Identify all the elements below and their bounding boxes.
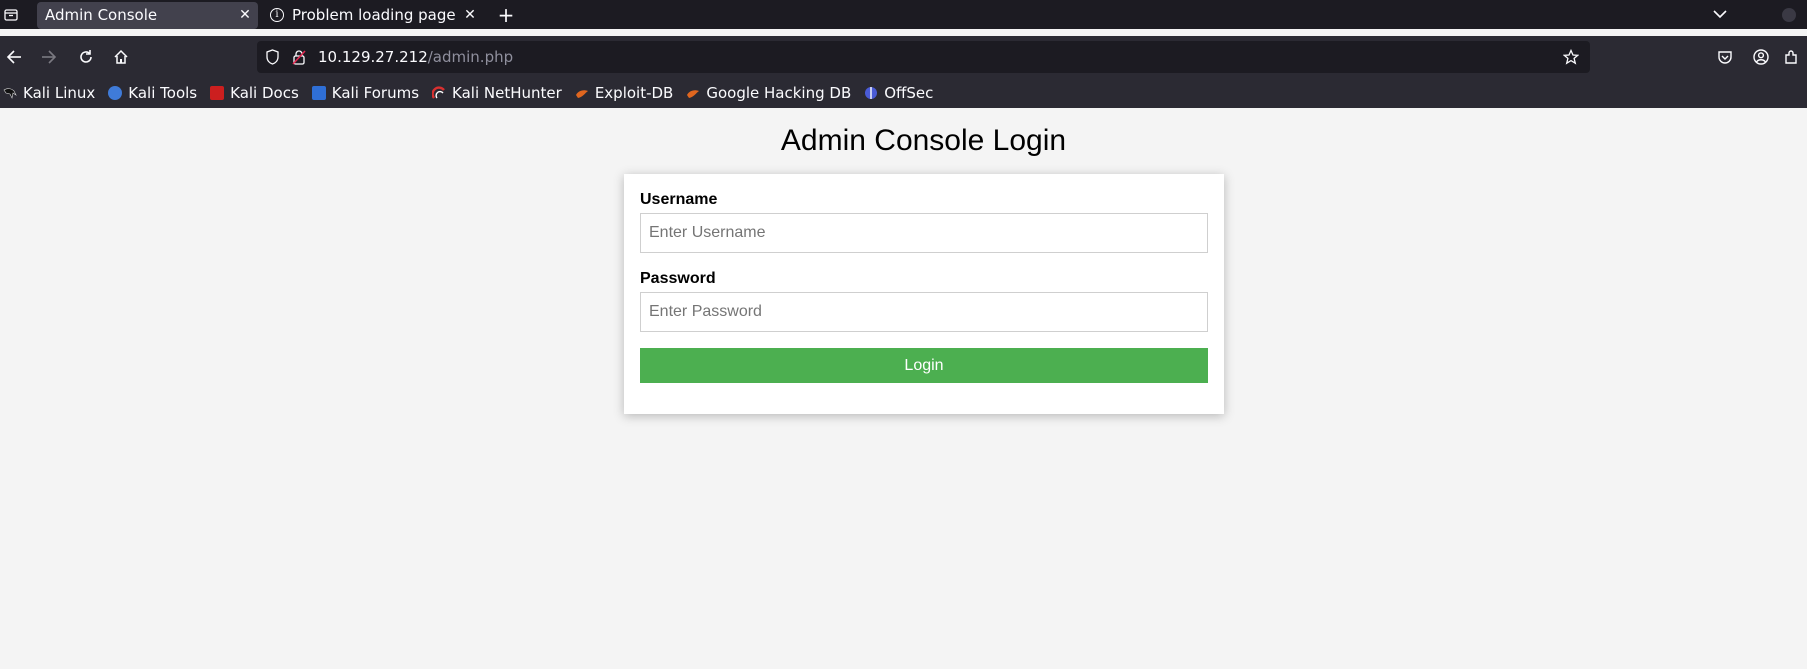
pocket-icon — [1718, 50, 1732, 64]
bookmark-label: Kali Tools — [128, 84, 198, 102]
password-label: Password — [640, 270, 716, 287]
username-input[interactable] — [640, 213, 1208, 253]
shield-icon[interactable] — [265, 41, 280, 73]
username-label: Username — [640, 191, 718, 208]
kali-dragon-icon — [3, 86, 17, 100]
pocket-button[interactable] — [1711, 36, 1739, 78]
back-button[interactable] — [0, 36, 28, 78]
tab-title: Problem loading page — [292, 6, 456, 24]
insecure-lock-icon[interactable] — [291, 41, 307, 73]
forward-arrow-icon — [42, 50, 57, 64]
kali-docs-icon — [210, 86, 225, 100]
forward-button[interactable] — [35, 36, 63, 78]
list-all-tabs-button[interactable] — [0, 0, 22, 29]
password-input[interactable] — [640, 292, 1208, 332]
chevron-down-icon[interactable] — [1710, 8, 1730, 22]
login-button[interactable]: Login — [640, 348, 1208, 383]
bookmarks-toolbar: Kali Linux Kali Tools Kali Docs Kali For… — [0, 78, 1807, 108]
bookmark-label: Exploit-DB — [594, 84, 674, 102]
page-content: Admin Console Login Username Password Lo… — [0, 109, 1807, 669]
bookmark-google-hacking-db[interactable]: Google Hacking DB — [686, 84, 851, 102]
bookmark-label: Kali Docs — [230, 84, 299, 102]
bookmark-label: Google Hacking DB — [706, 84, 852, 102]
bookmark-kali-docs[interactable]: Kali Docs — [210, 84, 299, 102]
bookmark-label: Kali Forums — [331, 84, 420, 102]
bookmark-offsec[interactable]: OffSec — [864, 84, 933, 102]
home-icon — [114, 49, 128, 64]
address-bar[interactable]: 10.129.27.212/admin.php — [257, 41, 1590, 73]
tab-close-icon[interactable]: ✕ — [232, 7, 258, 23]
url-text: 10.129.27.212/admin.php — [318, 48, 513, 66]
url-path: /admin.php — [427, 48, 514, 66]
bookmark-kali-tools[interactable]: Kali Tools — [108, 84, 197, 102]
page-title: Admin Console Login — [780, 124, 1067, 157]
bookmark-label: Kali NetHunter — [452, 84, 562, 102]
new-tab-button[interactable]: + — [494, 3, 518, 27]
tab-close-icon[interactable]: ✕ — [457, 7, 483, 23]
window-control-button[interactable] — [1782, 7, 1796, 22]
account-icon — [1753, 49, 1769, 65]
reload-icon — [80, 50, 92, 63]
navigation-toolbar: 10.129.27.212/admin.php — [0, 36, 1807, 78]
exploit-db-icon — [575, 86, 589, 100]
url-host: 10.129.27.212 — [318, 48, 428, 66]
bookmark-label: Kali Linux — [23, 84, 96, 102]
tab-admin-console[interactable]: Admin Console ✕ — [37, 1, 258, 29]
bookmark-kali-forums[interactable]: Kali Forums — [311, 84, 420, 102]
extensions-icon — [1785, 50, 1797, 64]
ghdb-icon — [686, 86, 700, 100]
offsec-icon — [864, 86, 878, 100]
bookmark-kali-nethunter[interactable]: Kali NetHunter — [431, 84, 562, 102]
tab-title: Admin Console — [45, 6, 158, 24]
info-icon: i — [270, 8, 284, 22]
back-arrow-icon — [6, 50, 21, 64]
bookmark-exploit-db[interactable]: Exploit-DB — [575, 84, 674, 102]
kali-forums-icon — [311, 86, 326, 100]
bookmark-kali-linux[interactable]: Kali Linux — [3, 84, 95, 102]
home-button[interactable] — [107, 36, 135, 78]
bookmark-star-icon[interactable] — [1563, 41, 1579, 73]
kali-nethunter-icon — [431, 86, 446, 100]
reload-button[interactable] — [72, 36, 100, 78]
tab-problem-loading[interactable]: i Problem loading page ✕ — [258, 2, 483, 29]
extensions-button[interactable] — [1783, 36, 1807, 78]
bookmark-label: OffSec — [884, 84, 934, 102]
tab-list-icon — [4, 9, 18, 21]
kali-tools-icon — [108, 86, 123, 100]
login-form: Username Password Login — [624, 174, 1224, 414]
account-button[interactable] — [1747, 36, 1775, 78]
tab-strip: Admin Console ✕ i Problem loading page ✕… — [0, 0, 1807, 29]
